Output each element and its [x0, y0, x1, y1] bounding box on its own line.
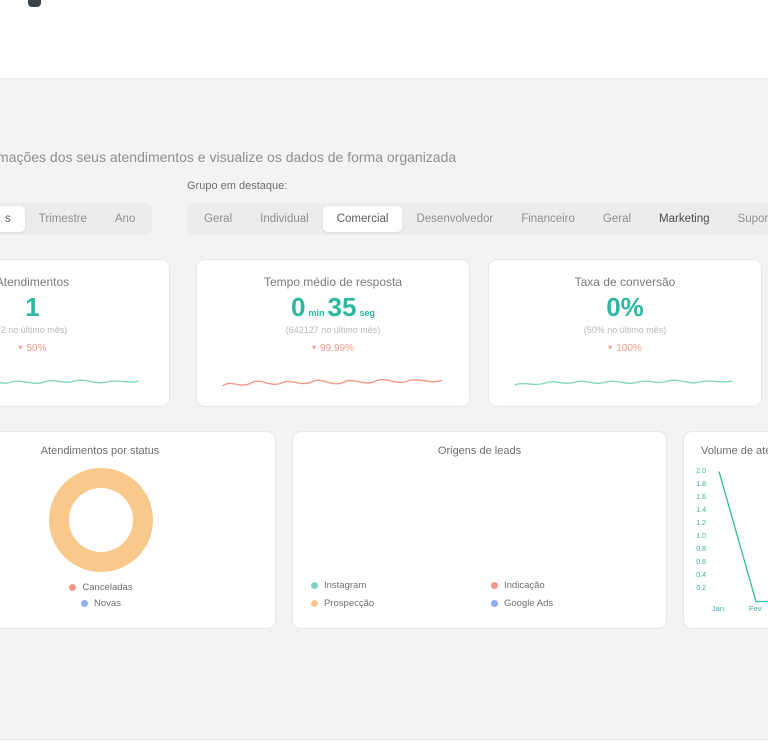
legend-label: Indicação [504, 580, 545, 591]
delta-value: 100% [616, 342, 642, 354]
card-taxa-title: Taxa de conversão [574, 275, 676, 289]
card-taxa-value: 0% [606, 292, 644, 322]
sparkline-taxa [515, 379, 733, 386]
card-taxa-delta: ▾ 100% [608, 343, 642, 354]
tempo-minutes: 0 [291, 292, 306, 322]
volume-line [718, 471, 768, 603]
card-atendimentos-subtext: (2 no último mês) [0, 324, 68, 335]
leads-card-title: Origens de leads [437, 445, 522, 457]
volume-y-tick: 0.2 [696, 585, 706, 592]
card-tempo-medio: Tempo médio de resposta 0 min 35 seg (64… [196, 259, 470, 407]
volume-y-tick: 2.0 [696, 468, 706, 475]
legend-item-google-ads: Google Ads [491, 598, 591, 609]
tab-group-marketing[interactable]: Marketing [645, 206, 724, 232]
dashboard-screen: mações dos seus atendimentos e visualize… [0, 0, 768, 750]
volume-y-tick: 1.6 [696, 494, 706, 501]
logo-dot [28, 0, 41, 7]
tab-group-suporte-tecnico[interactable]: Suporte técnico [724, 206, 768, 232]
legend-item-instagram: Instagram [311, 580, 411, 591]
status-card-title: Atendimentos por status [40, 445, 160, 457]
legend-dot-prospeccao [311, 600, 318, 607]
volume-x-axis: Jan. Fev. [708, 604, 768, 616]
card-atendimentos-title: Atendimentos [0, 275, 70, 289]
card-taxa-subtext: (50% no último mês) [583, 324, 667, 335]
card-atendimentos: Atendimentos 1 (2 no último mês) ▾ 50% [0, 259, 170, 407]
card-taxa-conversao: Taxa de conversão 0% (50% no último mês)… [488, 259, 762, 407]
tempo-seconds-unit: seg [359, 308, 375, 318]
legend-dot-indicacao [491, 582, 498, 589]
legend-dot-canceladas [69, 584, 77, 591]
group-tabs: Geral Individual Comercial Desenvolvedor… [187, 203, 768, 235]
tab-group-comercial[interactable]: Comercial [322, 206, 403, 232]
delta-value: 50% [26, 342, 47, 354]
volume-y-axis: 2.0 1.8 1.6 1.4 1.2 1.0 0.8 0.6 0.4 0.2 [684, 465, 706, 595]
tab-period-ano[interactable]: Ano [101, 206, 149, 232]
card-tempo-delta: ▾ 99.99% [312, 343, 354, 354]
status-legend: Canceladas Novas [0, 582, 277, 609]
volume-y-tick: 1.0 [696, 533, 706, 540]
volume-line-chart [718, 471, 768, 603]
tab-group-individual[interactable]: Individual [246, 206, 323, 232]
volume-card-title: Volume de atendimentos [701, 445, 768, 457]
legend-dot-novas [81, 600, 89, 607]
group-filter-label: Grupo em destaque: [187, 180, 288, 192]
legend-label: Prospecção [324, 598, 375, 609]
top-bar [0, 0, 768, 78]
sparkline-path [0, 379, 139, 384]
card-atendimentos-value: 1 [25, 292, 40, 322]
legend-label: Instagram [324, 580, 367, 591]
card-tempo-value: 0 min 35 seg [291, 293, 375, 322]
legend-item-novas: Novas [81, 598, 121, 609]
legend-item-indicacao: Indicação [491, 580, 591, 591]
leads-legend: Instagram Prospecção Indicação Google Ad… [293, 580, 668, 609]
dashboard-content: mações dos seus atendimentos e visualize… [0, 78, 768, 739]
arrow-down-icon: ▾ [18, 343, 23, 353]
legend-label: Canceladas [82, 582, 133, 593]
legend-dot-google-ads [491, 600, 498, 607]
card-origens-de-leads: Origens de leads Instagram Prospecção In… [292, 431, 667, 629]
tab-period-trimestre[interactable]: Trimestre [25, 206, 101, 232]
volume-y-tick: 0.4 [696, 572, 706, 579]
tab-period-mes[interactable]: s [0, 206, 25, 232]
volume-y-tick: 0.6 [696, 559, 706, 566]
sparkline-path [222, 378, 443, 387]
card-tempo-title: Tempo médio de resposta [263, 275, 403, 289]
legend-item-prospeccao: Prospecção [311, 598, 411, 609]
tempo-minutes-unit: min [308, 308, 325, 318]
legend-dot-instagram [311, 582, 318, 589]
arrow-down-icon: ▾ [608, 343, 613, 353]
tempo-seconds: 35 [327, 292, 357, 322]
tab-group-geral-2[interactable]: Geral [589, 206, 645, 232]
volume-x-tick: Fev. [748, 604, 764, 613]
volume-y-tick: 0.8 [696, 546, 706, 553]
tab-group-desenvolvedor[interactable]: Desenvolvedor [402, 206, 507, 232]
legend-label: Google Ads [504, 598, 554, 609]
card-volume-de-atendimentos: Volume de atendimentos 2.0 1.8 1.6 1.4 1.2 1.… [683, 431, 768, 629]
legend-item-canceladas: Canceladas [69, 582, 133, 593]
delta-value: 99.99% [320, 342, 354, 354]
legend-label: Novas [94, 598, 121, 609]
volume-y-tick: 1.8 [696, 481, 706, 488]
volume-y-tick: 1.2 [696, 520, 706, 527]
arrow-down-icon: ▾ [312, 343, 317, 353]
sparkline-atendimentos [0, 379, 139, 384]
bottom-bar [0, 739, 768, 750]
tab-group-geral-1[interactable]: Geral [190, 206, 246, 232]
volume-x-tick: Jan. [711, 604, 727, 613]
leads-legend-col-1: Instagram Prospecção [311, 580, 411, 609]
period-tabs: s Trimestre Ano [0, 203, 153, 235]
card-atendimentos-delta: ▾ 50% [18, 343, 46, 354]
card-atendimentos-por-status: Atendimentos por status Canceladas Novas [0, 431, 276, 629]
status-donut-chart [49, 468, 153, 572]
sparkline-path [515, 379, 733, 386]
sparkline-tempo [222, 378, 443, 387]
leads-legend-col-2: Indicação Google Ads [491, 580, 591, 609]
page-subtitle: mações dos seus atendimentos e visualize… [0, 149, 457, 165]
volume-y-tick: 1.4 [696, 507, 706, 514]
card-tempo-subtext: (642127 no último mês) [285, 324, 381, 335]
tab-group-financeiro[interactable]: Financeiro [507, 206, 589, 232]
